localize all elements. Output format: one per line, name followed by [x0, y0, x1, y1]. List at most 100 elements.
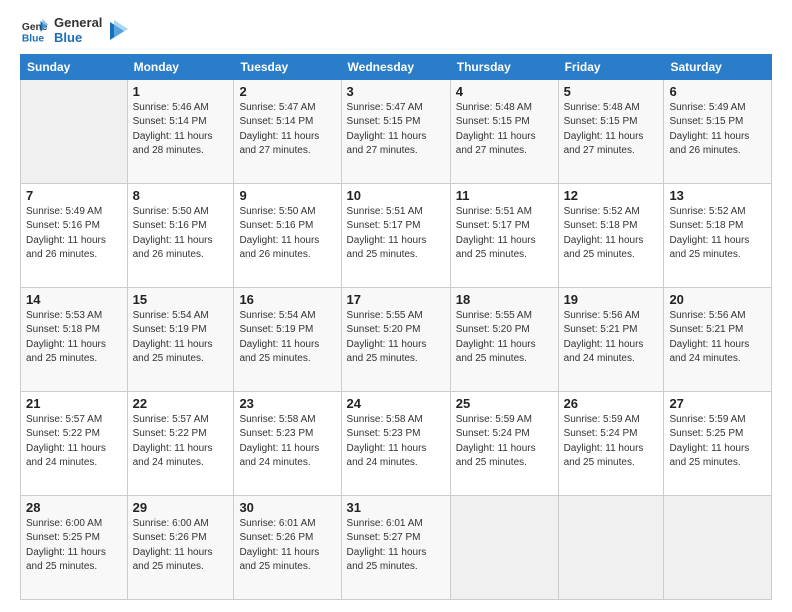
day-number: 17: [347, 292, 445, 307]
calendar-cell: 31Sunrise: 6:01 AMSunset: 5:27 PMDayligh…: [341, 495, 450, 599]
weekday-header-saturday: Saturday: [664, 54, 772, 79]
day-info: Sunrise: 5:59 AMSunset: 5:25 PMDaylight:…: [669, 413, 766, 471]
calendar-cell: [664, 495, 772, 599]
day-number: 4: [456, 84, 553, 99]
calendar-cell: 18Sunrise: 5:55 AMSunset: 5:20 PMDayligh…: [450, 287, 558, 391]
day-number: 9: [239, 188, 335, 203]
day-number: 29: [133, 500, 229, 515]
calendar-cell: 8Sunrise: 5:50 AMSunset: 5:16 PMDaylight…: [127, 183, 234, 287]
day-number: 25: [456, 396, 553, 411]
weekday-header-sunday: Sunday: [21, 54, 128, 79]
day-info: Sunrise: 5:46 AMSunset: 5:14 PMDaylight:…: [133, 101, 229, 159]
weekday-header-thursday: Thursday: [450, 54, 558, 79]
logo-blue-text: Blue: [54, 31, 102, 46]
calendar-cell: 17 Sunrise: 5:55 AMSunset: 5:20 PMDayligh…: [341, 287, 450, 391]
day-info: Sunrise: 5:58 AMSunset: 5:23 PMDaylight:…: [239, 413, 335, 471]
day-number: 19: [564, 292, 659, 307]
calendar-cell: 6 Sunrise: 5:49 AMSunset: 5:15 PMDaylight…: [664, 79, 772, 183]
day-info: Sunrise: 6:00 AMSunset: 5:25 PMDaylight:…: [26, 517, 122, 575]
calendar-cell: 20 Sunrise: 5:56 AMSunset: 5:21 PMDayligh…: [664, 287, 772, 391]
day-info: Sunrise: 5:56 AMSunset: 5:21 PMDaylight:…: [669, 309, 766, 367]
calendar-cell: 15Sunrise: 5:54 AMSunset: 5:19 PMDayligh…: [127, 287, 234, 391]
header: General Blue General Blue: [20, 16, 772, 46]
day-info: Sunrise: 5:50 AMSunset: 5:16 PMDaylight:…: [133, 205, 229, 263]
calendar-cell: 29 Sunrise: 6:00 AMSunset: 5:26 PMDayligh…: [127, 495, 234, 599]
day-number: 12: [564, 188, 659, 203]
week-row-4: 21 Sunrise: 5:57 AMSunset: 5:22 PMDayligh…: [21, 391, 772, 495]
calendar-cell: 14 Sunrise: 5:53 AMSunset: 5:18 PMDayligh…: [21, 287, 128, 391]
day-number: 24: [347, 396, 445, 411]
calendar-table: SundayMondayTuesdayWednesdayThursdayFrid…: [20, 54, 772, 600]
calendar-cell: 24 Sunrise: 5:58 AMSunset: 5:23 PMDayligh…: [341, 391, 450, 495]
calendar-cell: 9 Sunrise: 5:50 AMSunset: 5:16 PMDaylight…: [234, 183, 341, 287]
day-number: 20: [669, 292, 766, 307]
calendar-cell: 23 Sunrise: 5:58 AMSunset: 5:23 PMDayligh…: [234, 391, 341, 495]
calendar-cell: [21, 79, 128, 183]
calendar-cell: 4 Sunrise: 5:48 AMSunset: 5:15 PMDaylight…: [450, 79, 558, 183]
day-info: Sunrise: 5:50 AMSunset: 5:16 PMDaylight:…: [239, 205, 335, 263]
day-number: 22: [133, 396, 229, 411]
calendar-cell: 11Sunrise: 5:51 AMSunset: 5:17 PMDayligh…: [450, 183, 558, 287]
day-info: Sunrise: 5:47 AMSunset: 5:14 PMDaylight:…: [239, 101, 335, 159]
day-number: 6: [669, 84, 766, 99]
day-number: 1: [133, 84, 229, 99]
calendar-cell: 1 Sunrise: 5:46 AMSunset: 5:14 PMDaylight…: [127, 79, 234, 183]
weekday-header-friday: Friday: [558, 54, 664, 79]
day-info: Sunrise: 5:59 AMSunset: 5:24 PMDaylight:…: [564, 413, 659, 471]
day-info: Sunrise: 5:54 AMSunset: 5:19 PMDaylight:…: [239, 309, 335, 367]
day-info: Sunrise: 5:56 AMSunset: 5:21 PMDaylight:…: [564, 309, 659, 367]
calendar-cell: 22Sunrise: 5:57 AMSunset: 5:22 PMDayligh…: [127, 391, 234, 495]
logo: General Blue General Blue: [20, 16, 128, 46]
day-number: 23: [239, 396, 335, 411]
day-number: 27: [669, 396, 766, 411]
weekday-header-monday: Monday: [127, 54, 234, 79]
calendar-cell: [450, 495, 558, 599]
svg-text:Blue: Blue: [22, 33, 45, 44]
day-number: 16: [239, 292, 335, 307]
day-info: Sunrise: 5:55 AMSunset: 5:20 PMDaylight:…: [456, 309, 553, 367]
day-info: Sunrise: 5:51 AMSunset: 5:17 PMDaylight:…: [347, 205, 445, 263]
day-info: Sunrise: 5:52 AMSunset: 5:18 PMDaylight:…: [564, 205, 659, 263]
day-number: 5: [564, 84, 659, 99]
day-number: 31: [347, 500, 445, 515]
day-info: Sunrise: 6:00 AMSunset: 5:26 PMDaylight:…: [133, 517, 229, 575]
calendar-cell: [558, 495, 664, 599]
weekday-header-wednesday: Wednesday: [341, 54, 450, 79]
day-info: Sunrise: 5:59 AMSunset: 5:24 PMDaylight:…: [456, 413, 553, 471]
logo-icon: General Blue: [20, 17, 48, 45]
day-info: Sunrise: 5:52 AMSunset: 5:18 PMDaylight:…: [669, 205, 766, 263]
week-row-1: 1 Sunrise: 5:46 AMSunset: 5:14 PMDaylight…: [21, 79, 772, 183]
day-info: Sunrise: 5:55 AMSunset: 5:20 PMDaylight:…: [347, 309, 445, 367]
day-info: Sunrise: 5:49 AMSunset: 5:16 PMDaylight:…: [26, 205, 122, 263]
day-info: Sunrise: 5:58 AMSunset: 5:23 PMDaylight:…: [347, 413, 445, 471]
day-info: Sunrise: 5:53 AMSunset: 5:18 PMDaylight:…: [26, 309, 122, 367]
day-info: Sunrise: 6:01 AMSunset: 5:26 PMDaylight:…: [239, 517, 335, 575]
day-number: 2: [239, 84, 335, 99]
calendar-cell: 13 Sunrise: 5:52 AMSunset: 5:18 PMDayligh…: [664, 183, 772, 287]
day-number: 30: [239, 500, 335, 515]
week-row-5: 28Sunrise: 6:00 AMSunset: 5:25 PMDayligh…: [21, 495, 772, 599]
calendar-cell: 19 Sunrise: 5:56 AMSunset: 5:21 PMDayligh…: [558, 287, 664, 391]
day-number: 10: [347, 188, 445, 203]
calendar-cell: 21 Sunrise: 5:57 AMSunset: 5:22 PMDayligh…: [21, 391, 128, 495]
logo-arrow-icon: [106, 20, 128, 42]
calendar-cell: 5 Sunrise: 5:48 AMSunset: 5:15 PMDaylight…: [558, 79, 664, 183]
day-info: Sunrise: 5:49 AMSunset: 5:15 PMDaylight:…: [669, 101, 766, 159]
day-number: 21: [26, 396, 122, 411]
logo-general-text: General: [54, 16, 102, 31]
day-info: Sunrise: 5:48 AMSunset: 5:15 PMDaylight:…: [456, 101, 553, 159]
calendar-cell: 28Sunrise: 6:00 AMSunset: 5:25 PMDayligh…: [21, 495, 128, 599]
weekday-header-tuesday: Tuesday: [234, 54, 341, 79]
week-row-2: 7Sunrise: 5:49 AMSunset: 5:16 PMDaylight…: [21, 183, 772, 287]
calendar-cell: 7Sunrise: 5:49 AMSunset: 5:16 PMDaylight…: [21, 183, 128, 287]
day-number: 13: [669, 188, 766, 203]
day-info: Sunrise: 5:48 AMSunset: 5:15 PMDaylight:…: [564, 101, 659, 159]
calendar-page: General Blue General Blue: [0, 0, 792, 612]
day-info: Sunrise: 5:57 AMSunset: 5:22 PMDaylight:…: [26, 413, 122, 471]
calendar-cell: 2 Sunrise: 5:47 AMSunset: 5:14 PMDaylight…: [234, 79, 341, 183]
calendar-cell: 10 Sunrise: 5:51 AMSunset: 5:17 PMDayligh…: [341, 183, 450, 287]
day-info: Sunrise: 5:54 AMSunset: 5:19 PMDaylight:…: [133, 309, 229, 367]
day-number: 11: [456, 188, 553, 203]
day-number: 14: [26, 292, 122, 307]
day-info: Sunrise: 5:47 AMSunset: 5:15 PMDaylight:…: [347, 101, 445, 159]
